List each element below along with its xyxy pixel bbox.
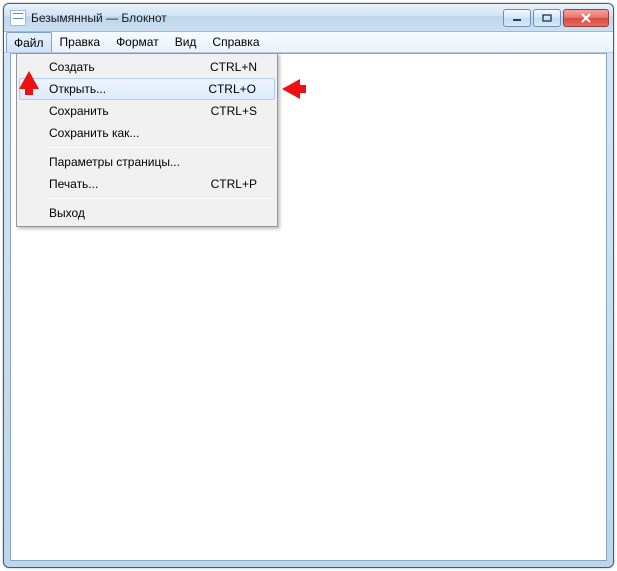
maximize-icon xyxy=(542,14,552,22)
annotation-arrow-left-icon xyxy=(282,79,300,99)
menu-item-new-label: Создать xyxy=(49,60,95,74)
menu-item-saveas-label: Сохранить как... xyxy=(49,126,139,140)
annotation-arrow-up-icon xyxy=(19,71,39,89)
menu-item-new[interactable]: Создать CTRL+N xyxy=(19,56,275,78)
menu-view-label: Вид xyxy=(175,35,197,49)
window-title: Безымянный — Блокнот xyxy=(31,11,503,25)
maximize-button[interactable] xyxy=(533,9,561,27)
menu-edit-label: Правка xyxy=(60,35,101,49)
menu-item-pagesetup-label: Параметры страницы... xyxy=(49,155,180,169)
menu-item-open[interactable]: Открыть... CTRL+O xyxy=(19,78,275,100)
close-button[interactable] xyxy=(563,9,609,27)
menu-item-exit[interactable]: Выход xyxy=(19,202,275,224)
menu-item-save[interactable]: Сохранить CTRL+S xyxy=(19,100,275,122)
menu-item-open-shortcut: CTRL+O xyxy=(208,82,256,96)
menu-item-open-label: Открыть... xyxy=(49,82,106,96)
menu-item-save-label: Сохранить xyxy=(49,104,109,118)
minimize-button[interactable] xyxy=(503,9,531,27)
menu-file[interactable]: Файл xyxy=(6,32,52,52)
menu-view[interactable]: Вид xyxy=(167,32,205,52)
menubar: Файл Правка Формат Вид Справка xyxy=(4,32,613,53)
menu-separator xyxy=(47,198,273,199)
menu-item-print[interactable]: Печать... CTRL+P xyxy=(19,173,275,195)
menu-item-print-shortcut: CTRL+P xyxy=(211,177,257,191)
window-controls xyxy=(503,9,611,27)
menu-separator xyxy=(47,147,273,148)
menu-help[interactable]: Справка xyxy=(204,32,267,52)
menu-item-saveas[interactable]: Сохранить как... xyxy=(19,122,275,144)
titlebar[interactable]: Безымянный — Блокнот xyxy=(4,4,613,32)
close-icon xyxy=(580,13,592,23)
menu-format-label: Формат xyxy=(116,35,159,49)
menu-help-label: Справка xyxy=(212,35,259,49)
minimize-icon xyxy=(512,14,522,22)
menu-format[interactable]: Формат xyxy=(108,32,167,52)
menu-item-print-label: Печать... xyxy=(49,177,98,191)
menu-item-save-shortcut: CTRL+S xyxy=(211,104,257,118)
menu-file-label: Файл xyxy=(14,36,44,50)
notepad-icon xyxy=(10,10,26,26)
menu-item-exit-label: Выход xyxy=(49,206,85,220)
menu-item-pagesetup[interactable]: Параметры страницы... xyxy=(19,151,275,173)
menu-item-new-shortcut: CTRL+N xyxy=(210,60,257,74)
menu-edit[interactable]: Правка xyxy=(52,32,109,52)
notepad-window: Безымянный — Блокнот Файл Правка Формат xyxy=(3,3,614,568)
file-dropdown: Создать CTRL+N Открыть... CTRL+O Сохрани… xyxy=(16,53,278,227)
